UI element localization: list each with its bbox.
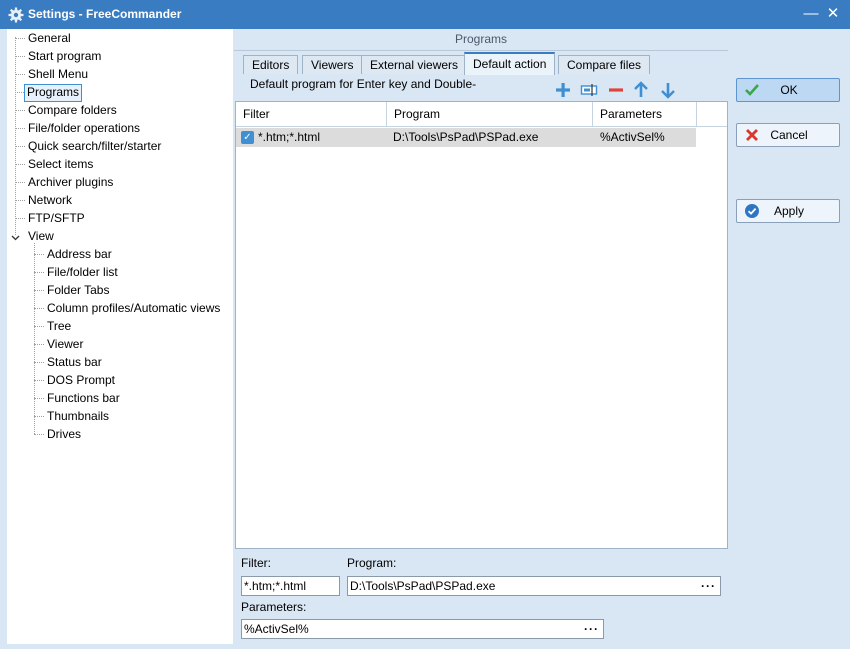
column-header-program[interactable]: Program	[387, 102, 593, 126]
window-title: Settings - FreeCommander	[28, 7, 182, 21]
tree-connector	[34, 290, 44, 291]
tree-item-functions-bar[interactable]: Functions bar	[45, 390, 122, 406]
tree-connector	[34, 398, 44, 399]
apply-button-label: Apply	[773, 204, 805, 218]
tab-viewers[interactable]: Viewers	[302, 55, 363, 74]
tree-item-archiver-plugins[interactable]: Archiver plugins	[26, 174, 115, 190]
browse-parameters-button[interactable]: ···	[584, 620, 599, 638]
grid-header: Filter Program Parameters	[236, 102, 727, 127]
tree-connector	[34, 380, 44, 381]
title-bar: Settings - FreeCommander — ✕	[0, 0, 850, 29]
tree-connector	[34, 254, 44, 255]
tree-connector	[34, 362, 44, 363]
settings-window: Settings - FreeCommander — ✕ General Sta…	[0, 0, 850, 649]
parameters-input-value: %ActivSel%	[244, 622, 309, 636]
tree-connector	[15, 164, 25, 165]
filter-label: Filter:	[241, 556, 271, 570]
tree-item-thumbnails[interactable]: Thumbnails	[45, 408, 111, 424]
browse-program-button[interactable]: ···	[701, 577, 716, 595]
tree-item-quick-search[interactable]: Quick search/filter/starter	[26, 138, 163, 154]
tree-item-tree[interactable]: Tree	[45, 318, 73, 334]
tree-item-programs[interactable]: Programs	[24, 84, 83, 102]
filter-input[interactable]: *.htm;*.html	[241, 576, 340, 596]
tree-connector	[34, 416, 44, 417]
cancel-button-label: Cancel	[770, 128, 808, 142]
ok-button[interactable]: OK	[736, 78, 840, 102]
tree-item-compare-folders[interactable]: Compare folders	[26, 102, 119, 118]
tree-connector	[34, 308, 44, 309]
tree-connector	[15, 56, 25, 57]
program-input[interactable]: D:\Tools\PsPad\PSPad.exe ···	[347, 576, 721, 596]
row-filter-cell: *.htm;*.html	[258, 130, 321, 144]
tree-item-ftp-sftp[interactable]: FTP/SFTP	[26, 210, 87, 226]
tree-item-address-bar[interactable]: Address bar	[45, 246, 114, 262]
filter-input-value: *.htm;*.html	[244, 579, 307, 593]
tree-item-select-items[interactable]: Select items	[26, 156, 95, 172]
tree-connector	[15, 74, 25, 75]
tree-item-shell-menu[interactable]: Shell Menu	[26, 66, 90, 82]
tree-connector	[15, 128, 25, 129]
tree-connector	[34, 344, 44, 345]
tree-item-file-folder-operations[interactable]: File/folder operations	[26, 120, 142, 136]
panel-header: Programs	[234, 29, 728, 51]
edit-icon[interactable]	[580, 81, 598, 99]
tree-item-network[interactable]: Network	[26, 192, 74, 208]
tree-item-column-profiles[interactable]: Column profiles/Automatic views	[45, 300, 222, 316]
ok-button-label: OK	[780, 83, 798, 97]
tab-external-viewers[interactable]: External viewers	[361, 55, 468, 74]
tab-compare-files[interactable]: Compare files	[558, 55, 651, 74]
tree-item-drives[interactable]: Drives	[45, 426, 83, 442]
tree-connector	[15, 146, 25, 147]
table-row[interactable]: ✓ *.htm;*.html D:\Tools\PsPad\PSPad.exe …	[236, 128, 696, 147]
program-label: Program:	[347, 556, 397, 570]
tree-item-start-program[interactable]: Start program	[26, 48, 103, 64]
tree-item-file-folder-list[interactable]: File/folder list	[45, 264, 120, 280]
minimize-button[interactable]: —	[800, 4, 822, 24]
tree-connector	[15, 200, 25, 201]
tree-connector	[15, 38, 25, 39]
tree-connector	[15, 110, 25, 111]
program-input-value: D:\Tools\PsPad\PSPad.exe	[350, 579, 496, 593]
remove-icon[interactable]	[607, 81, 625, 99]
tree-item-viewer[interactable]: Viewer	[45, 336, 85, 352]
move-up-icon[interactable]	[632, 81, 650, 99]
close-button[interactable]: ✕	[822, 4, 844, 24]
tree-connector	[15, 182, 25, 183]
description-text: Default program for Enter key and Double…	[250, 77, 477, 91]
programs-grid: Filter Program Parameters ✓ *.htm;*.html…	[235, 101, 728, 549]
row-checkbox[interactable]: ✓	[241, 131, 254, 144]
gear-icon	[8, 7, 24, 23]
tree-item-view[interactable]: View	[26, 228, 56, 244]
tree-item-status-bar[interactable]: Status bar	[45, 354, 104, 370]
column-header-filter[interactable]: Filter	[236, 102, 387, 126]
tree-item-dos-prompt[interactable]: DOS Prompt	[45, 372, 117, 388]
tree-connector	[34, 272, 44, 273]
tab-default-action[interactable]: Default action	[464, 52, 556, 75]
column-header-parameters[interactable]: Parameters	[593, 102, 697, 126]
tree-connector	[15, 92, 24, 93]
tree-connector	[15, 218, 25, 219]
settings-tree: General Start program Shell Menu Program…	[7, 29, 233, 644]
tree-item-folder-tabs[interactable]: Folder Tabs	[45, 282, 111, 298]
programs-panel: Programs Editors Viewers External viewer…	[234, 29, 728, 644]
tree-connector	[34, 326, 44, 327]
apply-button[interactable]: Apply	[736, 199, 840, 223]
parameters-input[interactable]: %ActivSel% ···	[241, 619, 604, 639]
row-program-cell: D:\Tools\PsPad\PSPad.exe	[393, 130, 539, 144]
add-icon[interactable]	[554, 81, 572, 99]
tab-editors[interactable]: Editors	[243, 55, 299, 74]
tree-connector	[34, 434, 44, 435]
tree-item-general[interactable]: General	[26, 30, 73, 46]
cancel-button[interactable]: Cancel	[736, 123, 840, 147]
chevron-down-icon[interactable]	[11, 233, 20, 242]
tree-connector	[15, 37, 16, 235]
parameters-label: Parameters:	[241, 600, 307, 614]
move-down-icon[interactable]	[659, 81, 677, 99]
row-parameters-cell: %ActivSel%	[600, 130, 665, 144]
